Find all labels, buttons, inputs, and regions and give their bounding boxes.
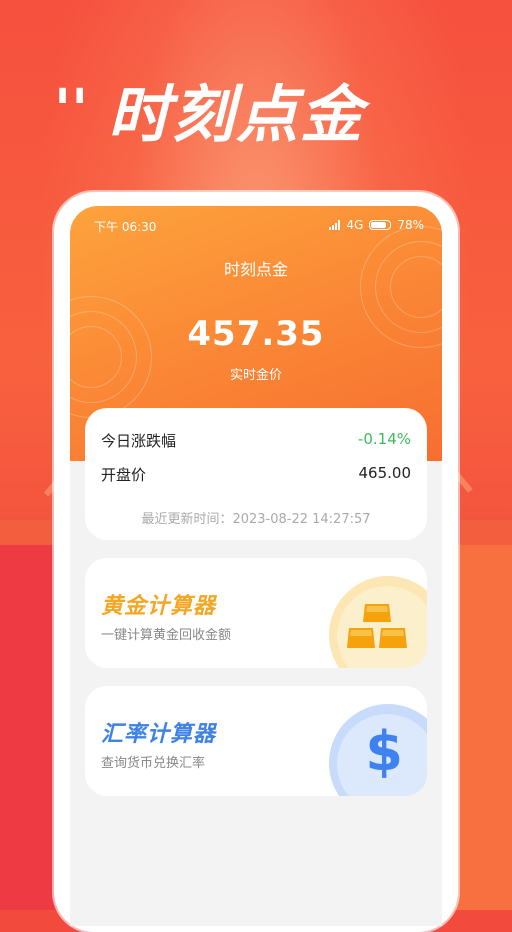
open-label: 开盘价: [101, 466, 147, 484]
exchange-calculator-subtitle: 查询货币兑换汇率: [101, 756, 206, 771]
exchange-calculator-title: 汇率计算器: [101, 722, 217, 747]
gold-price: 457.35: [187, 314, 325, 354]
price-info-card: 今日涨跌幅 -0.14% 开盘价 465.00 最近更新时间：2023-08-2…: [85, 408, 427, 540]
promo-quote-mark: '': [54, 78, 89, 143]
dollar-icon: $: [365, 720, 403, 783]
promo-title: 时刻点金: [108, 78, 365, 151]
network-label: 4G: [346, 218, 364, 232]
gold-calculator-title: 黄金计算器: [101, 594, 217, 619]
gold-price-label: 实时金价: [229, 368, 282, 383]
open-value: 465.00: [358, 464, 412, 482]
signal-icon: [329, 220, 341, 230]
change-row: 今日涨跌幅 -0.14%: [101, 430, 411, 451]
gold-calculator-card[interactable]: 黄金计算器 一键计算黄金回收金额: [85, 558, 427, 668]
app-title: 时刻点金: [223, 260, 288, 279]
battery-icon: [369, 220, 392, 230]
exchange-calculator-card[interactable]: 汇率计算器 查询货币兑换汇率 $: [85, 686, 427, 796]
gold-calculator-subtitle: 一键计算黄金回收金额: [101, 628, 232, 643]
status-time: 下午 06:30: [94, 220, 157, 234]
gold-bars-icon: [347, 604, 407, 648]
change-value: -0.14%: [357, 430, 411, 448]
open-row: 开盘价 465.00: [101, 464, 411, 485]
updated-time: 最近更新时间：2023-08-22 14:27:57: [141, 512, 371, 527]
status-bar: 下午 06:30 4G 78%: [94, 218, 424, 234]
app-screen: 下午 06:30 4G 78% 时刻点金 457.35 实时金价 今日涨跌幅 -…: [70, 206, 442, 926]
change-label: 今日涨跌幅: [101, 432, 177, 450]
battery-percent: 78%: [397, 218, 424, 232]
